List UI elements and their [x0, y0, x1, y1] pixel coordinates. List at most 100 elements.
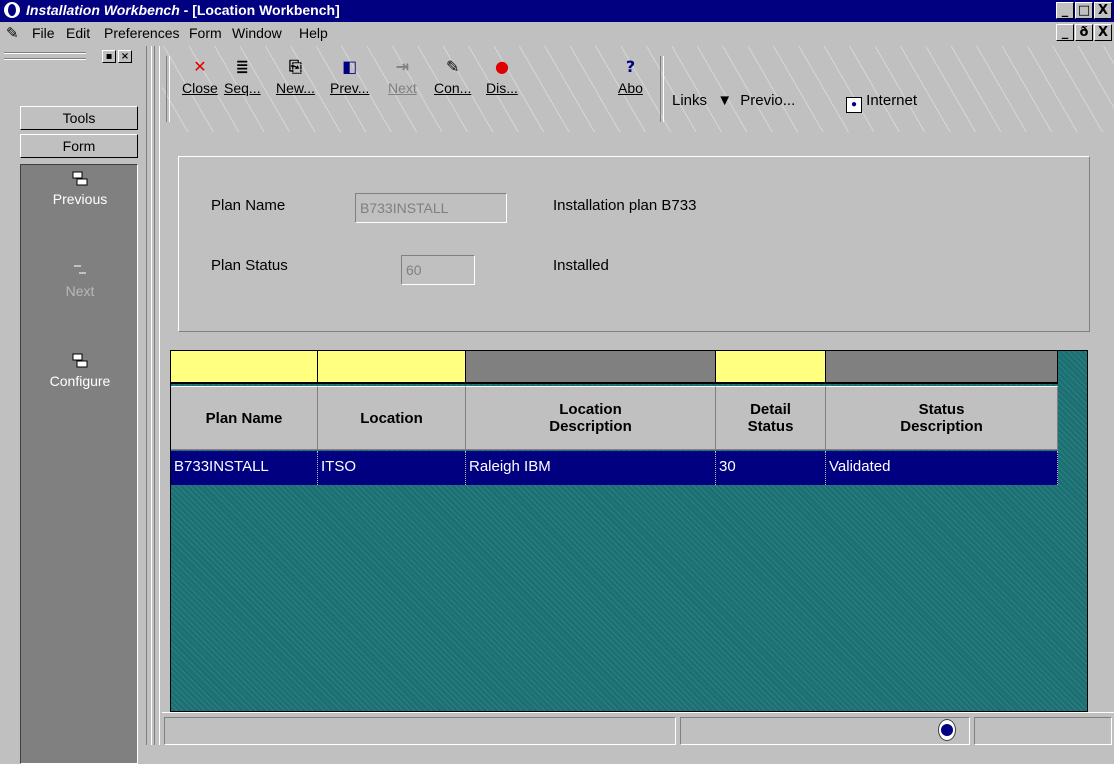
menu-edit-label: Edit [66, 25, 91, 41]
doc-minimize-button[interactable]: _ [1056, 24, 1074, 41]
cell-location-description[interactable]: Raleigh IBM [466, 451, 716, 485]
links-menu[interactable]: Links ▼ Previo... [672, 92, 795, 109]
exit-next: Next [21, 263, 139, 299]
toolbar-grip[interactable] [166, 56, 170, 122]
connect-button-label: Con... [434, 80, 472, 96]
column-header-plan-name[interactable]: Plan Name [171, 386, 318, 450]
globe-status-icon [938, 719, 956, 741]
exit-configure-label: Configure [49, 373, 111, 389]
location-grid: Plan Name Location Location Description … [170, 350, 1088, 712]
prev-button-label: Prev... [330, 80, 370, 96]
cell-detail-status[interactable]: 30 [716, 451, 826, 485]
next-button: ⇥ Next [388, 56, 417, 96]
column-header-location[interactable]: Location [318, 386, 466, 450]
menu-window[interactable]: Window [232, 25, 282, 41]
title-bar: Installation Workbench - [Location Workb… [0, 0, 1114, 22]
column-header-status-description[interactable]: Status Description [826, 386, 1058, 450]
maximize-button[interactable]: □ [1075, 2, 1093, 19]
qbe-location[interactable] [318, 351, 466, 384]
new-button-label: New... [276, 80, 315, 96]
window-title: Installation Workbench - [Location Workb… [26, 2, 340, 18]
qbe-location-description[interactable] [466, 351, 716, 384]
internet-globe-icon: ● [846, 97, 862, 113]
status-bar [162, 712, 1114, 745]
exit-previous-label: Previous [52, 191, 108, 207]
app-title: Installation Workbench [26, 2, 180, 18]
qbe-detail-status[interactable] [716, 351, 826, 384]
tab-tools[interactable]: Tools [20, 106, 138, 130]
previo-label: Previo... [740, 92, 796, 109]
document-icon[interactable]: ✎ [6, 24, 19, 42]
panel-splitter[interactable] [146, 46, 160, 745]
column-header-detail-status[interactable]: Detail Status [716, 386, 826, 450]
prev-button[interactable]: ◧ Prev... [330, 56, 369, 96]
about-button[interactable]: ? Abo [618, 56, 643, 96]
new-icon: ⎘ [289, 57, 302, 76]
exit-bar-panel: ▪ × Tools Form Previous Next Configure [0, 46, 146, 764]
header-group-box: Plan Name B733INSTALL Installation plan … [178, 156, 1090, 332]
app-icon[interactable] [4, 2, 20, 18]
configure-form-icon [72, 353, 88, 368]
column-header-location-description[interactable]: Location Description [466, 386, 716, 450]
panel-grip-2 [4, 58, 86, 60]
menu-help-label: Help [299, 25, 328, 41]
plan-name-label: Plan Name [211, 197, 286, 214]
sequence-icon: ≣ [235, 57, 249, 76]
close-button[interactable]: ✕ Close [182, 56, 218, 96]
connect-icon: ✎ [445, 57, 460, 76]
plan-name-field[interactable]: B733INSTALL [355, 193, 507, 223]
menu-edit[interactable]: Edit [66, 25, 90, 41]
doc-restore-button[interactable]: ð [1075, 24, 1093, 41]
panel-grip[interactable] [4, 52, 86, 54]
qbe-status-description[interactable] [826, 351, 1058, 384]
display-button[interactable]: ● Dis... [486, 56, 518, 96]
display-icon: ● [494, 57, 509, 76]
display-button-label: Dis... [486, 80, 518, 96]
cell-plan-name[interactable]: B733INSTALL [171, 451, 318, 485]
exit-next-label: Next [65, 283, 95, 299]
plan-status-description: Installed [553, 257, 609, 274]
menu-window-label: Window [232, 25, 282, 41]
panel-pin-button[interactable]: ▪ [102, 50, 116, 63]
plan-status-label: Plan Status [211, 257, 288, 274]
plan-name-description: Installation plan B733 [553, 197, 697, 214]
links-label: Links [672, 92, 708, 109]
status-pane-secondary [680, 717, 970, 745]
menu-form-label: Form [189, 25, 222, 41]
toolbar: ✕ Close ≣ Seq... ⎘ New... ◧ Prev... ⇥ Ne… [162, 46, 1114, 132]
internet-link[interactable]: ● Internet [846, 92, 917, 113]
globe-status-icon-core [941, 724, 953, 736]
menu-form[interactable]: Form [189, 25, 222, 41]
internet-label: Internet [866, 92, 918, 109]
menu-preferences-label: Preferences [104, 25, 180, 41]
doc-close-button[interactable]: X [1094, 24, 1112, 41]
menu-bar: ✎ File Edit Preferences Form Window Help… [0, 22, 1114, 44]
status-pane-main [164, 717, 676, 745]
cell-status-description[interactable]: Validated [826, 451, 1058, 485]
new-button[interactable]: ⎘ New... [276, 56, 315, 96]
cell-location[interactable]: ITSO [318, 451, 466, 485]
next-form-icon [74, 265, 86, 274]
close-x-icon: ✕ [193, 57, 207, 76]
exit-previous[interactable]: Previous [21, 171, 139, 207]
close-window-button[interactable]: X [1094, 2, 1112, 19]
connect-button[interactable]: ✎ Con... [434, 56, 471, 96]
close-button-label: Close [182, 80, 218, 96]
document-title: - [Location Workbench] [179, 2, 340, 18]
about-button-label: Abo [618, 80, 643, 96]
dropdown-arrow-icon: ▼ [717, 92, 733, 109]
tab-form[interactable]: Form [20, 134, 138, 158]
sequence-button[interactable]: ≣ Seq... [224, 56, 261, 96]
toolbar-separator [660, 56, 664, 122]
plan-status-field[interactable]: 60 [401, 255, 475, 285]
exit-configure[interactable]: Configure [21, 353, 139, 389]
menu-file[interactable]: File [32, 25, 55, 41]
form-exit-list: Previous Next Configure [20, 164, 138, 764]
qbe-plan-name[interactable] [171, 351, 318, 384]
next-button-label: Next [388, 80, 417, 96]
menu-preferences[interactable]: Preferences [104, 25, 179, 41]
next-icon: ⇥ [395, 57, 410, 76]
minimize-button[interactable]: _ [1056, 2, 1074, 19]
menu-help[interactable]: Help [299, 25, 328, 41]
panel-close-button[interactable]: × [118, 50, 132, 63]
